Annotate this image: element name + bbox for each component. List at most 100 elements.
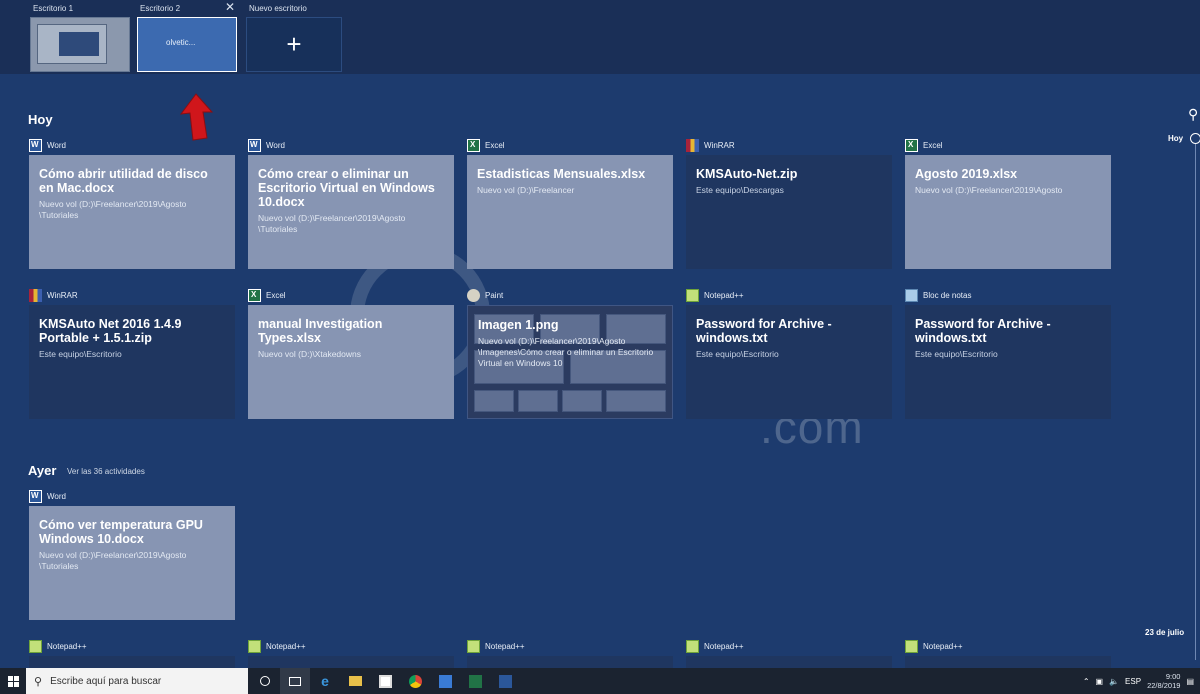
card-app-label: Notepad++	[248, 639, 306, 653]
activity-card[interactable]: KMSAuto Net 2016 1.4.9 Portable + 1.5.1.…	[29, 305, 235, 419]
search-placeholder: Escribe aquí para buscar	[50, 675, 162, 687]
new-desktop-button[interactable]: +	[246, 17, 342, 72]
card-app-label: Excel	[248, 288, 286, 302]
card-path: Este equipo\Descargas	[696, 185, 784, 195]
notepad-icon	[905, 288, 918, 302]
search-box[interactable]: ⚲ Escribe aquí para buscar	[26, 668, 248, 694]
close-desktop-icon[interactable]: ✕	[225, 1, 235, 13]
card-app-label: Excel	[467, 138, 505, 152]
notepad-plus-plus-icon	[467, 639, 480, 653]
chevron-up-icon[interactable]: ⌃	[1083, 677, 1090, 686]
virtual-desktops-bar: Escritorio 1 Escritorio 2 ✕ olvetic... N…	[0, 0, 1200, 74]
excel-icon	[905, 138, 918, 152]
edge-icon[interactable]: e	[310, 668, 340, 694]
card-app-label: Bloc de notas	[905, 288, 971, 302]
activity-card[interactable]: Imagen 1.png Nuevo vol (D:)\Freelancer\2…	[467, 305, 673, 419]
activity-card[interactable]	[248, 656, 454, 668]
section-today-title: Hoy	[28, 112, 53, 127]
activity-card[interactable]	[905, 656, 1111, 668]
card-title: KMSAuto Net 2016 1.4.9 Portable + 1.5.1.…	[39, 317, 182, 345]
card-path: Nuevo vol (D:)\Freelancer\2019\Agosto \T…	[39, 550, 187, 571]
taskbar: ⚲ Escribe aquí para buscar e ⌃ ▣ 🔈 ESP 9…	[0, 668, 1200, 694]
clock-date: 22/8/2019	[1147, 681, 1181, 690]
activity-card[interactable]: Agosto 2019.xlsx Nuevo vol (D:)\Freelanc…	[905, 155, 1111, 269]
winrar-icon	[29, 288, 42, 302]
card-path: Nuevo vol (D:)\Freelancer\2019\Agosto \I…	[478, 336, 654, 368]
card-app-label: Notepad++	[467, 639, 525, 653]
activity-card[interactable]: Cómo ver temperatura GPU Windows 10.docx…	[29, 506, 235, 620]
paint-icon	[467, 288, 480, 302]
card-title: Password for Archive - windows.txt	[696, 317, 832, 345]
new-desktop-label: Nuevo escritorio	[249, 4, 307, 13]
card-app-label: Notepad++	[905, 639, 963, 653]
card-app-label: WinRAR	[686, 138, 735, 152]
desktop-1-label: Escritorio 1	[33, 4, 74, 13]
activity-card[interactable]: Password for Archive - windows.txt Este …	[686, 305, 892, 419]
notepad-plus-plus-icon	[905, 639, 918, 653]
clock[interactable]: 9:00 22/8/2019	[1147, 672, 1180, 690]
card-app-label: Notepad++	[686, 639, 744, 653]
search-icon: ⚲	[34, 675, 43, 688]
card-app-label: Paint	[467, 288, 503, 302]
card-app-label: Word	[248, 138, 285, 152]
timeline-track[interactable]	[1195, 140, 1196, 660]
desktop-2-label: Escritorio 2	[140, 4, 181, 13]
card-title: Cómo abrir utilidad de disco en Mac.docx	[39, 167, 208, 195]
card-path: Nuevo vol (D:)\Freelancer\2019\Agosto \T…	[39, 199, 187, 220]
task-view-icon[interactable]	[280, 668, 310, 694]
card-app-label: Word	[29, 489, 66, 503]
notifications-icon[interactable]: ▤	[1186, 677, 1194, 686]
file-explorer-icon[interactable]	[340, 668, 370, 694]
timeline-handle[interactable]	[1190, 133, 1200, 144]
word-icon	[29, 138, 42, 152]
activity-card[interactable]: KMSAuto-Net.zip Este equipo\Descargas	[686, 155, 892, 269]
activity-card[interactable]	[29, 656, 235, 668]
card-app-label: Notepad++	[686, 288, 744, 302]
card-path: Nuevo vol (D:)\Freelancer\2019\Agosto	[915, 185, 1063, 195]
red-arrow-icon	[179, 93, 214, 141]
card-title: Cómo crear o eliminar un Escritorio Virt…	[258, 167, 435, 209]
activity-card[interactable]	[467, 656, 673, 668]
card-app-label: WinRAR	[29, 288, 78, 302]
network-icon[interactable]: ▣	[1096, 677, 1104, 686]
language-indicator[interactable]: ESP	[1125, 677, 1141, 686]
card-title: Password for Archive - windows.txt	[915, 317, 1051, 345]
start-button[interactable]	[0, 668, 26, 694]
photos-icon[interactable]	[430, 668, 460, 694]
chrome-icon[interactable]	[400, 668, 430, 694]
plus-icon: +	[286, 29, 302, 59]
notepad-plus-plus-icon	[686, 288, 699, 302]
notepad-plus-plus-icon	[248, 639, 261, 653]
card-path: Nuevo vol (D:)\Freelancer\2019\Agosto \T…	[258, 213, 406, 234]
search-icon[interactable]: ⚲	[1188, 106, 1198, 123]
store-icon[interactable]	[370, 668, 400, 694]
windows-logo-icon	[7, 675, 19, 687]
activity-card[interactable]: Cómo crear o eliminar un Escritorio Virt…	[248, 155, 454, 269]
card-path: Nuevo vol (D:)\Xtakedowns	[258, 349, 361, 359]
desktop-2-thumbnail[interactable]: olvetic...	[137, 17, 237, 72]
excel-icon[interactable]	[460, 668, 490, 694]
card-path: Este equipo\Escritorio	[39, 349, 122, 359]
activity-card[interactable]	[686, 656, 892, 668]
card-app-label: Excel	[905, 138, 943, 152]
activity-card[interactable]: Cómo abrir utilidad de disco en Mac.docx…	[29, 155, 235, 269]
activity-card[interactable]: Password for Archive - windows.txt Este …	[905, 305, 1111, 419]
activity-card[interactable]: Estadisticas Mensuales.xlsx Nuevo vol (D…	[467, 155, 673, 269]
word-icon	[29, 489, 42, 503]
excel-icon	[248, 288, 261, 302]
card-title: Cómo ver temperatura GPU Windows 10.docx	[39, 518, 203, 546]
timeline-label-date[interactable]: 23 de julio	[1145, 628, 1184, 637]
card-title: Agosto 2019.xlsx	[915, 167, 1018, 181]
desktop-1-thumbnail[interactable]	[30, 17, 130, 72]
activity-card[interactable]: manual Investigation Types.xlsx Nuevo vo…	[248, 305, 454, 419]
card-path: Este equipo\Escritorio	[915, 349, 998, 359]
card-title: Estadisticas Mensuales.xlsx	[477, 167, 646, 181]
timeline-label-today[interactable]: Hoy	[1168, 134, 1183, 143]
card-app-label: Notepad++	[29, 639, 87, 653]
cortana-icon[interactable]	[250, 668, 280, 694]
card-path: Este equipo\Escritorio	[696, 349, 779, 359]
desktop-2-thumb-text: olvetic...	[166, 38, 196, 47]
word-icon[interactable]	[490, 668, 520, 694]
see-all-activities-link[interactable]: Ver las 36 actividades	[67, 467, 145, 476]
volume-icon[interactable]: 🔈	[1109, 677, 1119, 686]
